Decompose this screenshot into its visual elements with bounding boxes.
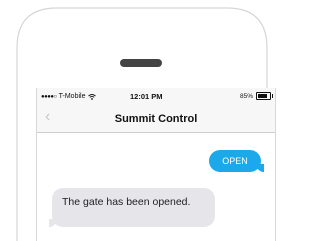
- earpiece-speaker: [120, 59, 162, 67]
- status-time: 12:01 PM: [130, 92, 163, 101]
- incoming-message-bubble[interactable]: The gate has been opened.: [49, 188, 215, 227]
- status-left: ●●●●○ T-Mobile: [41, 93, 97, 100]
- battery-percent: 85%: [239, 92, 253, 100]
- bubble-tail: [256, 164, 264, 172]
- outgoing-message-text: OPEN: [222, 156, 248, 166]
- battery-cap: [272, 94, 273, 98]
- incoming-message-text: The gate has been opened.: [62, 196, 191, 208]
- wifi-icon: [88, 93, 97, 100]
- navigation-bar: ‹ Summit Control: [37, 104, 275, 133]
- conversation-title: Summit Control: [114, 113, 198, 125]
- battery-fill: [258, 94, 268, 98]
- status-right: 85%: [239, 92, 273, 100]
- phone-screen: ●●●●○ T-Mobile 12:01 PM 85% ‹ Summit Con…: [36, 88, 276, 241]
- signal-strength: ●●●●○: [41, 93, 57, 100]
- carrier-name: T-Mobile: [58, 93, 86, 100]
- phone-mockup: ●●●●○ T-Mobile 12:01 PM 85% ‹ Summit Con…: [0, 0, 284, 241]
- status-bar: ●●●●○ T-Mobile 12:01 PM 85%: [37, 88, 275, 104]
- bubble-tail: [49, 219, 57, 227]
- battery-icon: [256, 92, 273, 100]
- outgoing-message-bubble[interactable]: OPEN: [209, 150, 264, 172]
